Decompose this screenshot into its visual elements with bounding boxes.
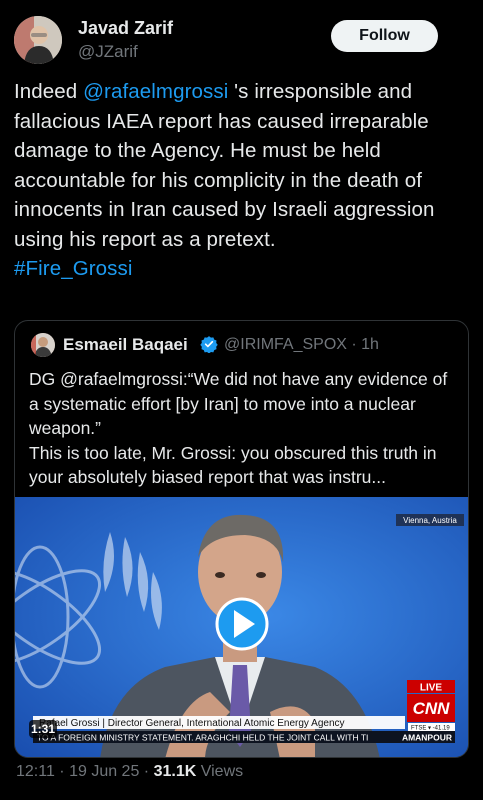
cnn-logo: CNN [413, 699, 451, 718]
ticker-show-name: AMANPOUR [402, 733, 452, 743]
live-badge: LIVE [420, 683, 443, 694]
play-button[interactable] [215, 597, 269, 651]
quote-author-avatar[interactable] [31, 333, 55, 357]
quote-author-name[interactable]: Esmaeil Baqaei [63, 335, 188, 355]
quote-text-line1: DG @rafaelmgrossi:“We did not have any e… [29, 369, 448, 438]
quote-text: DG @rafaelmgrossi:“We did not have any e… [29, 367, 461, 490]
author-avatar[interactable] [14, 16, 62, 64]
hashtag-link[interactable]: #Fire_Grossi [14, 257, 133, 280]
market-index: FTSE ▾ -41.19 [411, 726, 450, 732]
tweet-header: Javad Zarif @JZarif Follow [0, 0, 483, 68]
video-player[interactable]: Vienna, Austria LIVE CNN Rafael Grossi |… [15, 497, 468, 757]
timestamp[interactable]: 12:11 · 19 Jun 25 · [16, 763, 154, 780]
follow-button[interactable]: Follow [331, 20, 438, 52]
view-count: 31.1K [153, 763, 197, 780]
quote-handle-time[interactable]: @IRIMFA_SPOX · 1h [224, 336, 379, 354]
verified-badge-icon [200, 336, 218, 353]
video-duration: 1:31 [31, 722, 55, 736]
tweet-text-post: 's irresponsible and fallacious IAEA rep… [14, 80, 435, 251]
tweet-meta: 12:11 · 19 Jun 25 · 31.1K Views [16, 763, 243, 781]
news-ticker: TO A FOREIGN MINISTRY STATEMENT. ARAGHCH… [37, 733, 368, 743]
author-name[interactable]: Javad Zarif [78, 18, 173, 39]
tweet-text: Indeed @rafaelmgrossi 's irresponsible a… [14, 77, 469, 284]
author-handle[interactable]: @JZarif [78, 42, 138, 62]
lower-third-caption: Rafael Grossi | Director General, Intern… [39, 718, 345, 729]
tweet-text-pre: Indeed [14, 80, 84, 103]
views-label: Views [196, 763, 244, 780]
quoted-tweet[interactable]: Esmaeil Baqaei @IRIMFA_SPOX · 1h DG @raf… [14, 320, 469, 758]
video-location: Vienna, Austria [403, 516, 457, 525]
mention-link[interactable]: @rafaelmgrossi [83, 80, 228, 103]
quote-text-line2: This is too late, Mr. Grossi: you obscur… [29, 442, 437, 488]
